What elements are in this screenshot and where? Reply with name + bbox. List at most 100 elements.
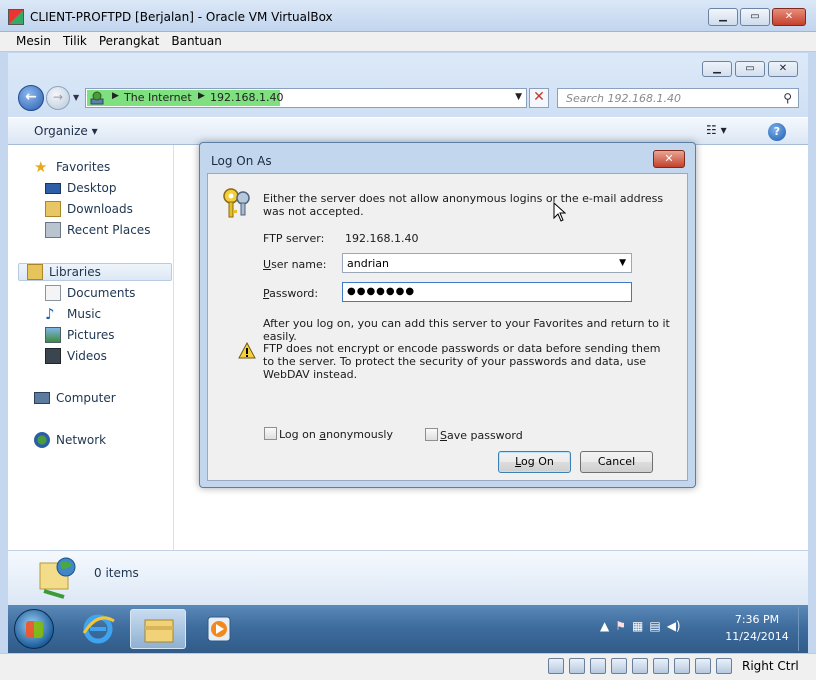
explorer-maximize-button[interactable]: ▭ [735, 61, 765, 77]
videos-icon [45, 348, 61, 364]
nav-downloads[interactable]: Downloads [45, 200, 133, 218]
nav-label: Computer [56, 391, 116, 405]
cancel-button[interactable]: Cancel [580, 451, 653, 473]
documents-icon [45, 285, 61, 301]
password-label: Password: [263, 287, 319, 300]
taskbar-internet-explorer[interactable] [70, 609, 126, 649]
after-logon-text: After you log on, you can add this serve… [263, 317, 670, 343]
explorer-chrome: ▁ ▭ ✕ ← → ▼ ▶ The Internet ▶ 192.168.1.4… [8, 53, 808, 145]
organize-button[interactable]: Organize ▾ [34, 124, 98, 138]
log-on-as-dialog: Log On As ✕ Either the server does not a… [199, 142, 696, 488]
ftp-server-label: FTP server: [263, 232, 325, 245]
nav-music[interactable]: ♪ Music [45, 305, 101, 323]
username-combobox[interactable]: andrian ▼ [342, 253, 632, 273]
vbox-status-icons [548, 658, 732, 674]
nav-libraries[interactable]: Libraries [18, 263, 172, 281]
nav-computer[interactable]: Computer [34, 389, 116, 407]
forward-button[interactable]: → [46, 86, 70, 110]
nav-label: Music [67, 307, 102, 321]
nav-label: Desktop [67, 181, 117, 195]
dialog-body: Either the server does not allow anonymo… [207, 173, 688, 481]
nav-documents[interactable]: Documents [45, 284, 135, 302]
nav-recent-places[interactable]: Recent Places [45, 221, 150, 239]
menu-mesin[interactable]: Mesin [10, 32, 57, 51]
network-adapter-icon[interactable] [653, 658, 669, 674]
explorer-close-button[interactable]: ✕ [768, 61, 798, 77]
cpu-icon[interactable] [695, 658, 711, 674]
address-bar[interactable]: ▶ The Internet ▶ 192.168.1.40 ▼ [85, 88, 527, 108]
network-icon [34, 432, 50, 448]
explorer-minimize-button[interactable]: ▁ [702, 61, 732, 77]
show-desktop-button[interactable] [798, 607, 808, 651]
log-on-anonymously-checkbox[interactable] [264, 427, 277, 440]
breadcrumb-the-internet[interactable]: The Internet [124, 91, 192, 104]
mouse-integration-icon[interactable] [716, 658, 732, 674]
hard-disk-icon[interactable] [548, 658, 564, 674]
mouse-cursor-icon [553, 202, 567, 222]
power-icon[interactable]: ▤ [649, 619, 660, 633]
downloads-folder-icon [45, 201, 61, 217]
nav-label: Network [56, 433, 107, 447]
menu-perangkat[interactable]: Perangkat [93, 32, 166, 51]
address-dropdown-icon[interactable]: ▼ [515, 92, 522, 102]
dialog-close-button[interactable]: ✕ [653, 150, 685, 168]
breadcrumb-ip[interactable]: 192.168.1.40 [210, 91, 283, 104]
network-tray-icon[interactable]: ▦ [632, 619, 643, 633]
nav-label: Downloads [67, 202, 133, 216]
search-icon[interactable]: ⚲ [783, 91, 792, 105]
chevron-down-icon[interactable]: ▼ [619, 258, 626, 268]
optical-drive-icon[interactable] [569, 658, 585, 674]
help-icon[interactable]: ? [768, 123, 786, 141]
nav-pictures[interactable]: Pictures [45, 326, 115, 344]
start-button[interactable] [14, 609, 54, 649]
pictures-icon [45, 327, 61, 343]
menu-bantuan[interactable]: Bantuan [165, 32, 227, 51]
vbox-menubar: Mesin Tilik Perangkat Bantuan [0, 32, 816, 52]
virtualbox-icon [8, 9, 24, 25]
folder-icon [144, 619, 174, 643]
password-field[interactable]: ●●●●●●● [342, 282, 632, 302]
close-button[interactable]: ✕ [772, 8, 806, 26]
recent-places-icon [45, 222, 61, 238]
username-value: andrian [347, 257, 389, 270]
taskbar-media-player[interactable] [192, 609, 248, 649]
volume-icon[interactable]: ◀) [667, 619, 681, 633]
nav-desktop[interactable]: Desktop [45, 179, 117, 197]
auth-error-message: Either the server does not allow anonymo… [263, 192, 664, 218]
vbox-titlebar: CLIENT-PROFTPD [Berjalan] - Oracle VM Vi… [0, 0, 816, 32]
clock-date: 11/24/2014 [725, 630, 789, 643]
video-capture-icon[interactable] [674, 658, 690, 674]
nav-favorites[interactable]: ★ Favorites [34, 158, 110, 176]
minimize-button[interactable]: ▁ [708, 8, 738, 26]
save-password-checkbox[interactable] [425, 428, 438, 441]
guest-screen: ▁ ▭ ✕ ← → ▼ ▶ The Internet ▶ 192.168.1.4… [8, 53, 808, 653]
nav-network[interactable]: Network [34, 431, 106, 449]
nav-label: Recent Places [67, 223, 151, 237]
ftp-security-warning: FTP does not encrypt or encode passwords… [263, 342, 661, 381]
usb-icon[interactable] [590, 658, 606, 674]
change-view-button[interactable]: ☷ ▾ [706, 123, 742, 141]
recent-pages-dropdown[interactable]: ▼ [73, 93, 79, 102]
save-password-label[interactable]: Save password [440, 429, 523, 442]
taskbar-windows-explorer[interactable] [130, 609, 186, 649]
nav-videos[interactable]: Videos [45, 347, 107, 365]
explorer-window-controls: ▁ ▭ ✕ [702, 61, 798, 77]
shared-folders-icon[interactable] [611, 658, 627, 674]
display-icon[interactable] [632, 658, 648, 674]
clock[interactable]: 7:36 PM 11/24/2014 [722, 611, 792, 645]
show-hidden-icons-icon[interactable]: ▲ [600, 619, 609, 633]
log-on-button[interactable]: Log On [498, 451, 571, 473]
action-center-icon[interactable]: ⚑ [615, 619, 626, 633]
menu-tilik[interactable]: Tilik [57, 32, 93, 51]
log-on-anonymously-label[interactable]: Log on anonymously [279, 428, 393, 441]
back-button[interactable]: ← [18, 85, 44, 111]
keys-icon [223, 188, 250, 218]
nav-label: Documents [67, 286, 136, 300]
stop-button[interactable]: ✕ [529, 88, 549, 108]
window-controls: ▁ ▭ ✕ [708, 8, 806, 26]
search-input[interactable]: Search 192.168.1.40 ⚲ [557, 88, 799, 108]
music-icon: ♪ [45, 305, 55, 323]
breadcrumb-arrow-icon[interactable]: ▶ [112, 91, 119, 101]
breadcrumb-arrow-icon[interactable]: ▶ [198, 91, 205, 101]
maximize-button[interactable]: ▭ [740, 8, 770, 26]
